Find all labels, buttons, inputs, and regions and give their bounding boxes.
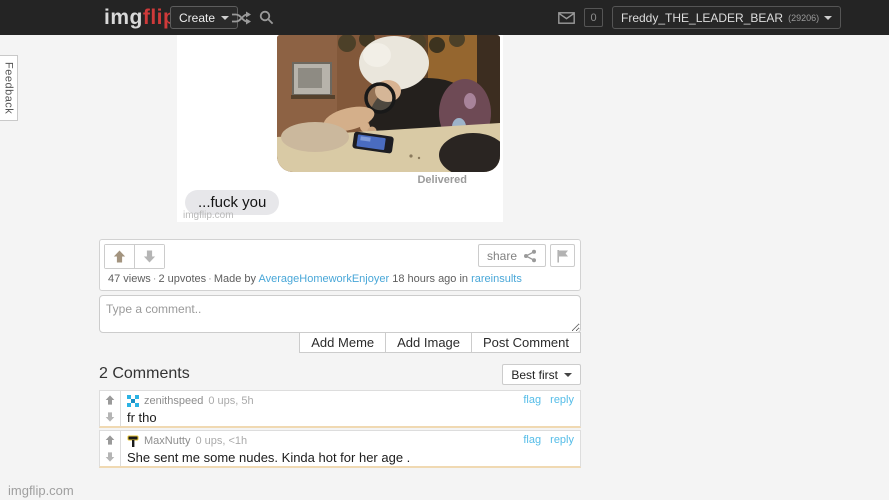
comment-ups-time: 0 ups, <1h bbox=[195, 434, 248, 447]
flag-comment-link[interactable]: flag bbox=[523, 434, 541, 446]
upvotes-count: 2 upvotes bbox=[158, 273, 207, 285]
avatar[interactable] bbox=[127, 394, 139, 407]
comment-input[interactable] bbox=[99, 295, 581, 333]
sort-label: Best first bbox=[511, 367, 558, 382]
page: imgflip Create 0 Freddy_THE_LEADER_BEAR … bbox=[0, 0, 889, 500]
comment-vote-arrows bbox=[100, 391, 121, 426]
share-button[interactable]: share bbox=[477, 244, 546, 267]
feedback-tab[interactable]: Feedback bbox=[0, 55, 18, 121]
header-right-group: 0 Freddy_THE_LEADER_BEAR (29206) bbox=[558, 0, 842, 35]
comment-body: MaxNutty 0 ups, <1h flag reply She sent … bbox=[121, 431, 580, 466]
comment-text: She sent me some nudes. Kinda hot for he… bbox=[127, 450, 411, 465]
comment-form-buttons: Add Meme Add Image Post Comment bbox=[99, 332, 581, 353]
comments-heading: 2 Comments bbox=[99, 365, 190, 382]
create-button[interactable]: Create bbox=[170, 6, 239, 29]
chevron-down-icon bbox=[824, 15, 833, 20]
comment-upvote-button[interactable] bbox=[100, 391, 120, 409]
logo-img-text: img bbox=[104, 6, 143, 29]
comment-text: fr tho bbox=[127, 410, 157, 425]
flag-button[interactable] bbox=[550, 244, 575, 267]
share-icon bbox=[524, 249, 536, 262]
imgflip-logo[interactable]: imgflip bbox=[104, 6, 176, 30]
add-meme-button[interactable]: Add Meme bbox=[299, 332, 387, 353]
author-link[interactable]: AverageHomeworkEnjoyer bbox=[259, 273, 390, 285]
vote-arrows bbox=[104, 244, 165, 269]
reply-comment-link[interactable]: reply bbox=[550, 434, 574, 446]
comment-ups-time: 0 ups, 5h bbox=[208, 394, 254, 407]
meme-stats: 47 views · 2 upvotes · Made by AverageHomewo… bbox=[108, 273, 522, 285]
flag-comment-link[interactable]: flag bbox=[523, 394, 541, 406]
comment-upvote-button[interactable] bbox=[100, 431, 120, 449]
delivered-status: Delivered bbox=[417, 174, 467, 186]
username-label: Freddy_THE_LEADER_BEAR bbox=[621, 10, 784, 25]
share-button-label: share bbox=[486, 248, 517, 263]
comment-actions: flag reply bbox=[517, 394, 574, 406]
reply-comment-link[interactable]: reply bbox=[550, 394, 574, 406]
sort-comments-button[interactable]: Best first bbox=[502, 364, 581, 385]
shuffle-icon[interactable] bbox=[230, 8, 252, 27]
search-icon[interactable] bbox=[255, 8, 277, 27]
chevron-down-icon bbox=[221, 15, 230, 20]
comment-row: MaxNutty 0 ups, <1h flag reply She sent … bbox=[99, 430, 581, 468]
notification-count[interactable]: 0 bbox=[584, 8, 603, 27]
flag-icon bbox=[557, 249, 568, 262]
meme-image[interactable]: Delivered ...fuck you imgflip.com bbox=[177, 35, 503, 222]
top-navbar: imgflip Create 0 Freddy_THE_LEADER_BEAR … bbox=[0, 0, 889, 35]
meme-photo bbox=[277, 35, 500, 172]
comment-username[interactable]: MaxNutty bbox=[144, 435, 190, 447]
downvote-button[interactable] bbox=[134, 245, 164, 268]
comment-username[interactable]: zenithspeed bbox=[144, 395, 203, 407]
feedback-tab-label: Feedback bbox=[2, 61, 15, 115]
messages-icon[interactable] bbox=[558, 11, 575, 24]
chevron-down-icon bbox=[564, 372, 572, 377]
create-button-label: Create bbox=[179, 10, 216, 25]
made-by-label: Made by bbox=[213, 273, 257, 285]
upvote-button[interactable] bbox=[105, 245, 134, 268]
vote-stats-box: share 47 views · 2 upvotes · Made by Average… bbox=[99, 239, 581, 291]
comment-meta: MaxNutty 0 ups, <1h bbox=[127, 433, 574, 448]
user-menu-button[interactable]: Freddy_THE_LEADER_BEAR (29206) bbox=[612, 6, 842, 29]
post-comment-button[interactable]: Post Comment bbox=[471, 332, 581, 353]
stream-link[interactable]: rareinsults bbox=[471, 273, 522, 285]
views-count: 47 views bbox=[108, 273, 151, 285]
avatar[interactable] bbox=[127, 434, 139, 447]
comment-vote-arrows bbox=[100, 431, 121, 466]
posted-time-label: 18 hours ago in bbox=[392, 273, 469, 285]
comment-actions: flag reply bbox=[517, 434, 574, 446]
comment-row: zenithspeed 0 ups, 5h flag reply fr tho bbox=[99, 390, 581, 428]
comment-downvote-button[interactable] bbox=[100, 409, 120, 427]
meme-watermark: imgflip.com bbox=[183, 210, 234, 221]
comment-downvote-button[interactable] bbox=[100, 449, 120, 467]
stats-separator: · bbox=[208, 273, 212, 285]
comment-meta: zenithspeed 0 ups, 5h bbox=[127, 393, 574, 408]
add-image-button[interactable]: Add Image bbox=[385, 332, 473, 353]
site-watermark: imgflip.com bbox=[8, 483, 74, 498]
user-points-label: (29206) bbox=[788, 12, 820, 23]
comment-body: zenithspeed 0 ups, 5h flag reply fr tho bbox=[121, 391, 580, 426]
